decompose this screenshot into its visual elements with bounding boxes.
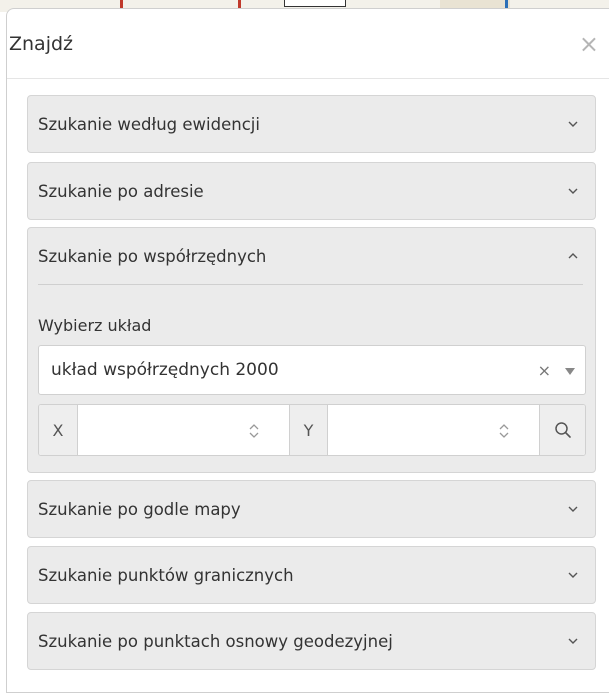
section-address: Szukanie po adresie (27, 162, 596, 220)
search-icon (554, 422, 571, 438)
coordinate-system-select[interactable]: układ współrzędnych 2000 × (38, 345, 586, 395)
coordinate-system-label: Wybierz układ (38, 316, 152, 335)
section-label: Szukanie po współrzędnych (38, 246, 267, 266)
close-icon[interactable]: × (579, 32, 599, 56)
section-coordinates: Szukanie po współrzędnych Wybierz układ … (27, 227, 596, 473)
section-geodetic-control: Szukanie po punktach osnowy geodezyjnej (27, 612, 596, 670)
clear-icon[interactable]: × (538, 361, 551, 380)
section-divider (38, 284, 583, 285)
coordinate-system-value: układ współrzędnych 2000 (51, 360, 279, 380)
y-field-wrap (328, 405, 539, 455)
section-label: Szukanie po punktach osnowy geodezyjnej (38, 631, 393, 651)
map-feature-box (284, 0, 346, 7)
chevron-down-icon (568, 188, 578, 194)
chevron-down-icon (568, 638, 578, 644)
section-boundary-points-header[interactable]: Szukanie punktów granicznych (28, 547, 595, 603)
search-button[interactable] (539, 405, 585, 455)
coordinate-input-group: X Y (38, 404, 586, 456)
section-label: Szukanie według ewidencji (38, 114, 260, 134)
section-cadastre: Szukanie według ewidencji (27, 95, 596, 153)
section-boundary-points: Szukanie punktów granicznych (27, 546, 596, 604)
section-geodetic-control-header[interactable]: Szukanie po punktach osnowy geodezyjnej (28, 613, 595, 669)
section-label: Szukanie punktów granicznych (38, 565, 294, 585)
chevron-down-icon (568, 121, 578, 127)
section-label: Szukanie po godle mapy (38, 499, 241, 519)
panel-header: Znajdź × (7, 9, 609, 79)
y-addon: Y (289, 405, 328, 455)
chevron-up-icon (568, 253, 578, 259)
section-coordinates-header[interactable]: Szukanie po współrzędnych (28, 228, 595, 284)
spinner-icon[interactable] (497, 421, 511, 441)
x-field-wrap (78, 405, 289, 455)
caret-down-icon[interactable] (565, 368, 575, 375)
section-map-sheet: Szukanie po godle mapy (27, 480, 596, 538)
section-label: Szukanie po adresie (38, 181, 204, 201)
spinner-icon[interactable] (247, 421, 261, 441)
panel-title: Znajdź (9, 32, 74, 55)
section-address-header[interactable]: Szukanie po adresie (28, 163, 595, 219)
chevron-down-icon (568, 506, 578, 512)
find-panel: Znajdź × Szukanie według ewidencji Szuka… (6, 8, 609, 693)
section-cadastre-header[interactable]: Szukanie według ewidencji (28, 96, 595, 152)
section-map-sheet-header[interactable]: Szukanie po godle mapy (28, 481, 595, 537)
x-addon: X (39, 405, 78, 455)
chevron-down-icon (568, 572, 578, 578)
